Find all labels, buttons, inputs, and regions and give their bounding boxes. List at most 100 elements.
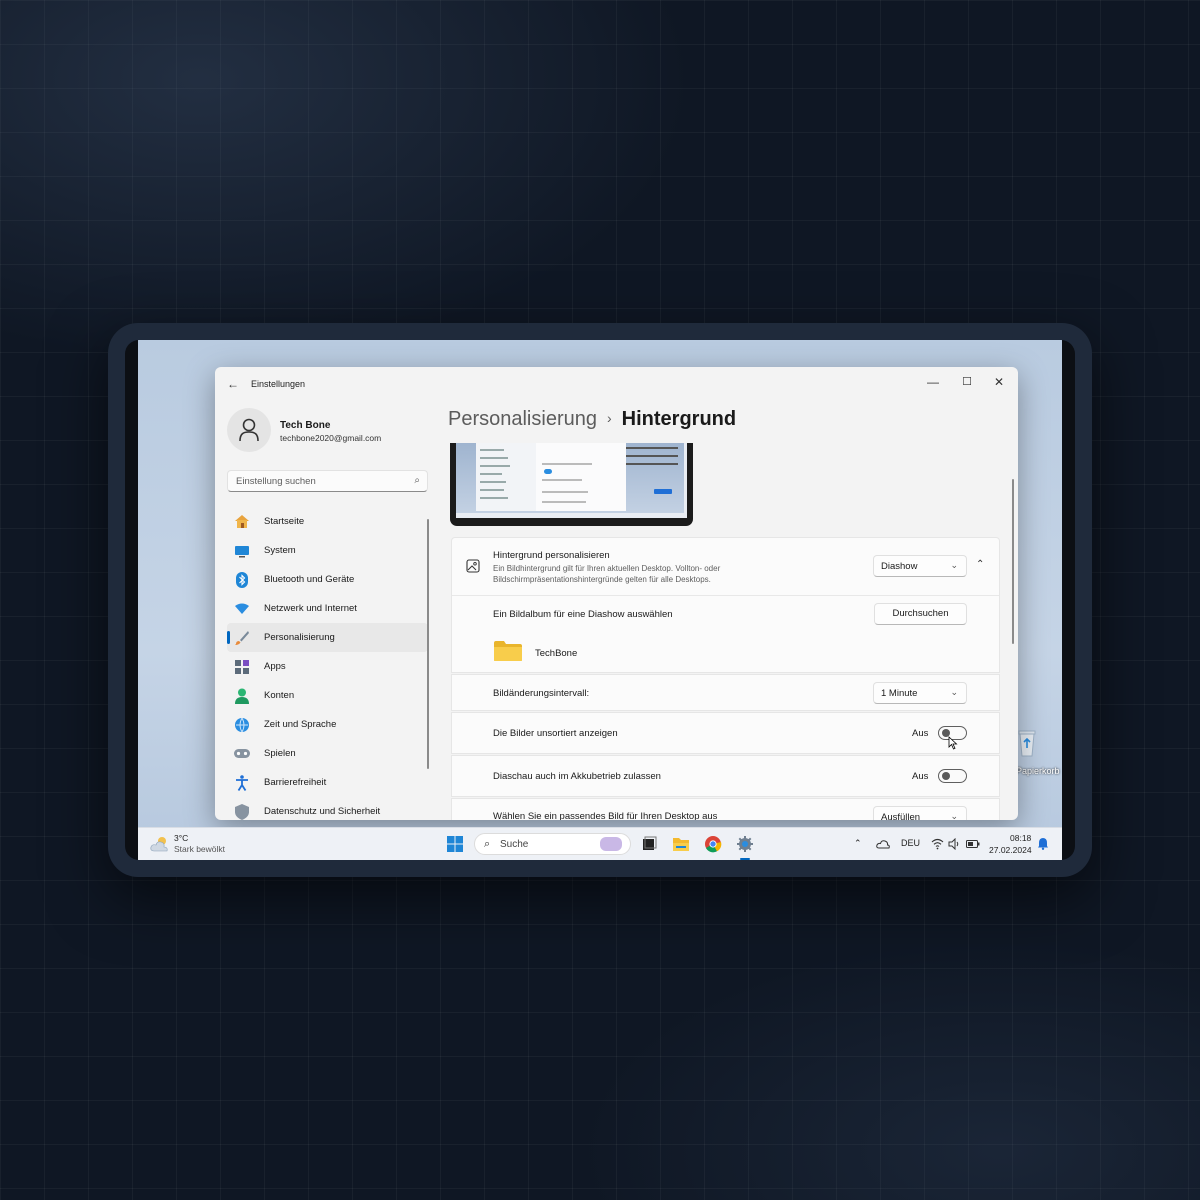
back-arrow-icon[interactable]: ←: [227, 377, 239, 391]
content-scrollbar[interactable]: [1012, 479, 1014, 644]
taskbar: 3°C Stark bewölkt ⌕ Suche ⌃ DEU 08:18 27…: [138, 827, 1062, 860]
sidebar-item-spielen[interactable]: Spielen: [227, 739, 428, 768]
sidebar-item-label: System: [264, 545, 296, 556]
weather-temperature: 3°C: [174, 833, 189, 843]
weather-description: Stark bewölkt: [174, 844, 226, 854]
sidebar-item-system[interactable]: System: [227, 536, 428, 565]
taskbar-search-label: Suche: [500, 839, 529, 850]
avatar[interactable]: [227, 408, 271, 452]
interval-dropdown[interactable]: 1 Minute ⌄: [873, 682, 967, 704]
chevron-down-icon: ⌄: [950, 560, 958, 570]
sidebar-nav: Startseite System Bluetooth und Geräte N…: [227, 507, 428, 820]
wifi-status-icon[interactable]: [931, 838, 944, 850]
fit-row: Wählen Sie ein passendes Bild für Ihren …: [451, 798, 1000, 820]
interval-row: Bildänderungsintervall: 1 Minute ⌄: [451, 674, 1000, 711]
recycle-bin-label: Papierkorb: [1016, 766, 1060, 776]
sidebar-scrollbar[interactable]: [427, 519, 429, 769]
page-title: Hintergrund: [621, 408, 737, 430]
background-description-2: Bildschirmpräsentationshintergründe gelt…: [493, 575, 711, 584]
divider: [452, 595, 999, 596]
breadcrumb-separator: ›: [606, 410, 612, 426]
background-mode-dropdown[interactable]: Diashow ⌄: [873, 555, 967, 577]
recycle-bin-icon[interactable]: [1016, 728, 1038, 758]
onedrive-icon[interactable]: [876, 838, 890, 850]
sidebar-item-label: Datenschutz und Sicherheit: [264, 806, 381, 817]
fit-dropdown[interactable]: Ausfüllen ⌄: [873, 806, 967, 820]
desktop-preview: [450, 443, 693, 526]
mouse-cursor-icon: [948, 736, 958, 750]
chrome-icon[interactable]: [704, 835, 722, 853]
chevron-up-icon[interactable]: ⌃: [854, 838, 862, 849]
globe-clock-icon: [233, 717, 251, 733]
interval-label: Bildänderungsintervall:: [493, 688, 590, 699]
home-icon: [233, 514, 251, 530]
shield-icon: [233, 803, 251, 820]
sidebar-item-bluetooth[interactable]: Bluetooth und Geräte: [227, 565, 428, 594]
sidebar-item-startseite[interactable]: Startseite: [227, 507, 428, 536]
sidebar-item-label: Netzwerk und Internet: [264, 603, 357, 614]
fit-value: Ausfüllen: [881, 812, 921, 820]
clock-date[interactable]: 27.02.2024: [989, 845, 1032, 855]
account-icon: [233, 688, 251, 704]
sidebar-item-label: Zeit und Sprache: [264, 719, 337, 730]
settings-window: ← Einstellungen — ☐ ✕ Tech Bone techbone…: [215, 367, 1018, 820]
search-placeholder: Einstellung suchen: [236, 476, 316, 487]
breadcrumb: Personalisierung › Hintergrund: [448, 408, 736, 431]
sidebar-item-konten[interactable]: Konten: [227, 681, 428, 710]
bluetooth-icon: [233, 571, 251, 588]
battery-toggle[interactable]: [938, 769, 967, 783]
shuffle-row: Die Bilder unsortiert anzeigen Aus: [451, 712, 1000, 754]
brush-icon: [233, 630, 251, 646]
monitor-icon: [233, 543, 251, 559]
sidebar-item-label: Personalisierung: [264, 632, 335, 643]
battery-icon[interactable]: [966, 839, 980, 849]
sidebar-item-datenschutz[interactable]: Datenschutz und Sicherheit: [227, 797, 428, 820]
fit-label: Wählen Sie ein passendes Bild für Ihren …: [493, 811, 718, 820]
sidebar-item-apps[interactable]: Apps: [227, 652, 428, 681]
sidebar-item-zeit-sprache[interactable]: Zeit und Sprache: [227, 710, 428, 739]
background-description-1: Ein Bildhintergrund gilt für Ihren aktue…: [493, 564, 721, 573]
sidebar-item-label: Spielen: [264, 748, 296, 759]
gamepad-icon: [233, 746, 251, 762]
search-highlight-icon: [600, 837, 622, 851]
maximize-button[interactable]: ☐: [952, 371, 982, 393]
browse-button[interactable]: Durchsuchen: [874, 603, 967, 625]
task-view-icon[interactable]: [640, 835, 658, 853]
battery-label: Diaschau auch im Akkubetrieb zulassen: [493, 771, 661, 782]
background-title: Hintergrund personalisieren: [493, 550, 610, 561]
settings-search-input[interactable]: Einstellung suchen ⌕: [227, 470, 428, 492]
notification-bell-icon[interactable]: [1037, 837, 1049, 850]
minimize-button[interactable]: —: [918, 371, 948, 393]
image-icon: [466, 559, 480, 573]
desktop: Papierkorb ← Einstellungen — ☐ ✕ Tech Bo…: [138, 340, 1062, 860]
volume-icon[interactable]: [948, 838, 961, 850]
breadcrumb-parent[interactable]: Personalisierung: [448, 408, 597, 430]
search-icon: ⌕: [414, 475, 420, 486]
sidebar-item-personalisierung[interactable]: Personalisierung: [227, 623, 428, 652]
cloud-weather-icon[interactable]: [150, 835, 170, 853]
profile-name: Tech Bone: [280, 420, 331, 431]
chevron-up-icon[interactable]: ⌃: [976, 559, 984, 570]
folder-icon[interactable]: [494, 640, 522, 662]
chevron-down-icon: ⌄: [950, 811, 958, 820]
profile-email: techbone2020@gmail.com: [280, 433, 382, 443]
sidebar-item-barrierefreiheit[interactable]: Barrierefreiheit: [227, 768, 428, 797]
language-indicator[interactable]: DEU: [901, 838, 920, 848]
wifi-icon: [233, 601, 251, 617]
folder-name[interactable]: TechBone: [535, 648, 577, 659]
sidebar-item-label: Startseite: [264, 516, 305, 527]
settings-gear-icon[interactable]: [736, 835, 754, 853]
sidebar-item-label: Konten: [264, 690, 295, 701]
file-explorer-icon[interactable]: [672, 835, 690, 853]
sidebar-item-label: Barrierefreiheit: [264, 777, 327, 788]
taskbar-search[interactable]: ⌕ Suche: [474, 833, 631, 855]
toggle-knob: [942, 772, 950, 780]
search-icon: ⌕: [484, 838, 491, 850]
close-button[interactable]: ✕: [984, 371, 1014, 393]
device-frame: Papierkorb ← Einstellungen — ☐ ✕ Tech Bo…: [108, 323, 1092, 877]
background-settings-card: Hintergrund personalisieren Ein Bildhint…: [451, 537, 1000, 673]
sidebar-item-netzwerk[interactable]: Netzwerk und Internet: [227, 594, 428, 623]
clock-time[interactable]: 08:18: [1010, 833, 1031, 843]
user-icon: [239, 418, 259, 442]
windows-start-icon[interactable]: [446, 835, 464, 853]
